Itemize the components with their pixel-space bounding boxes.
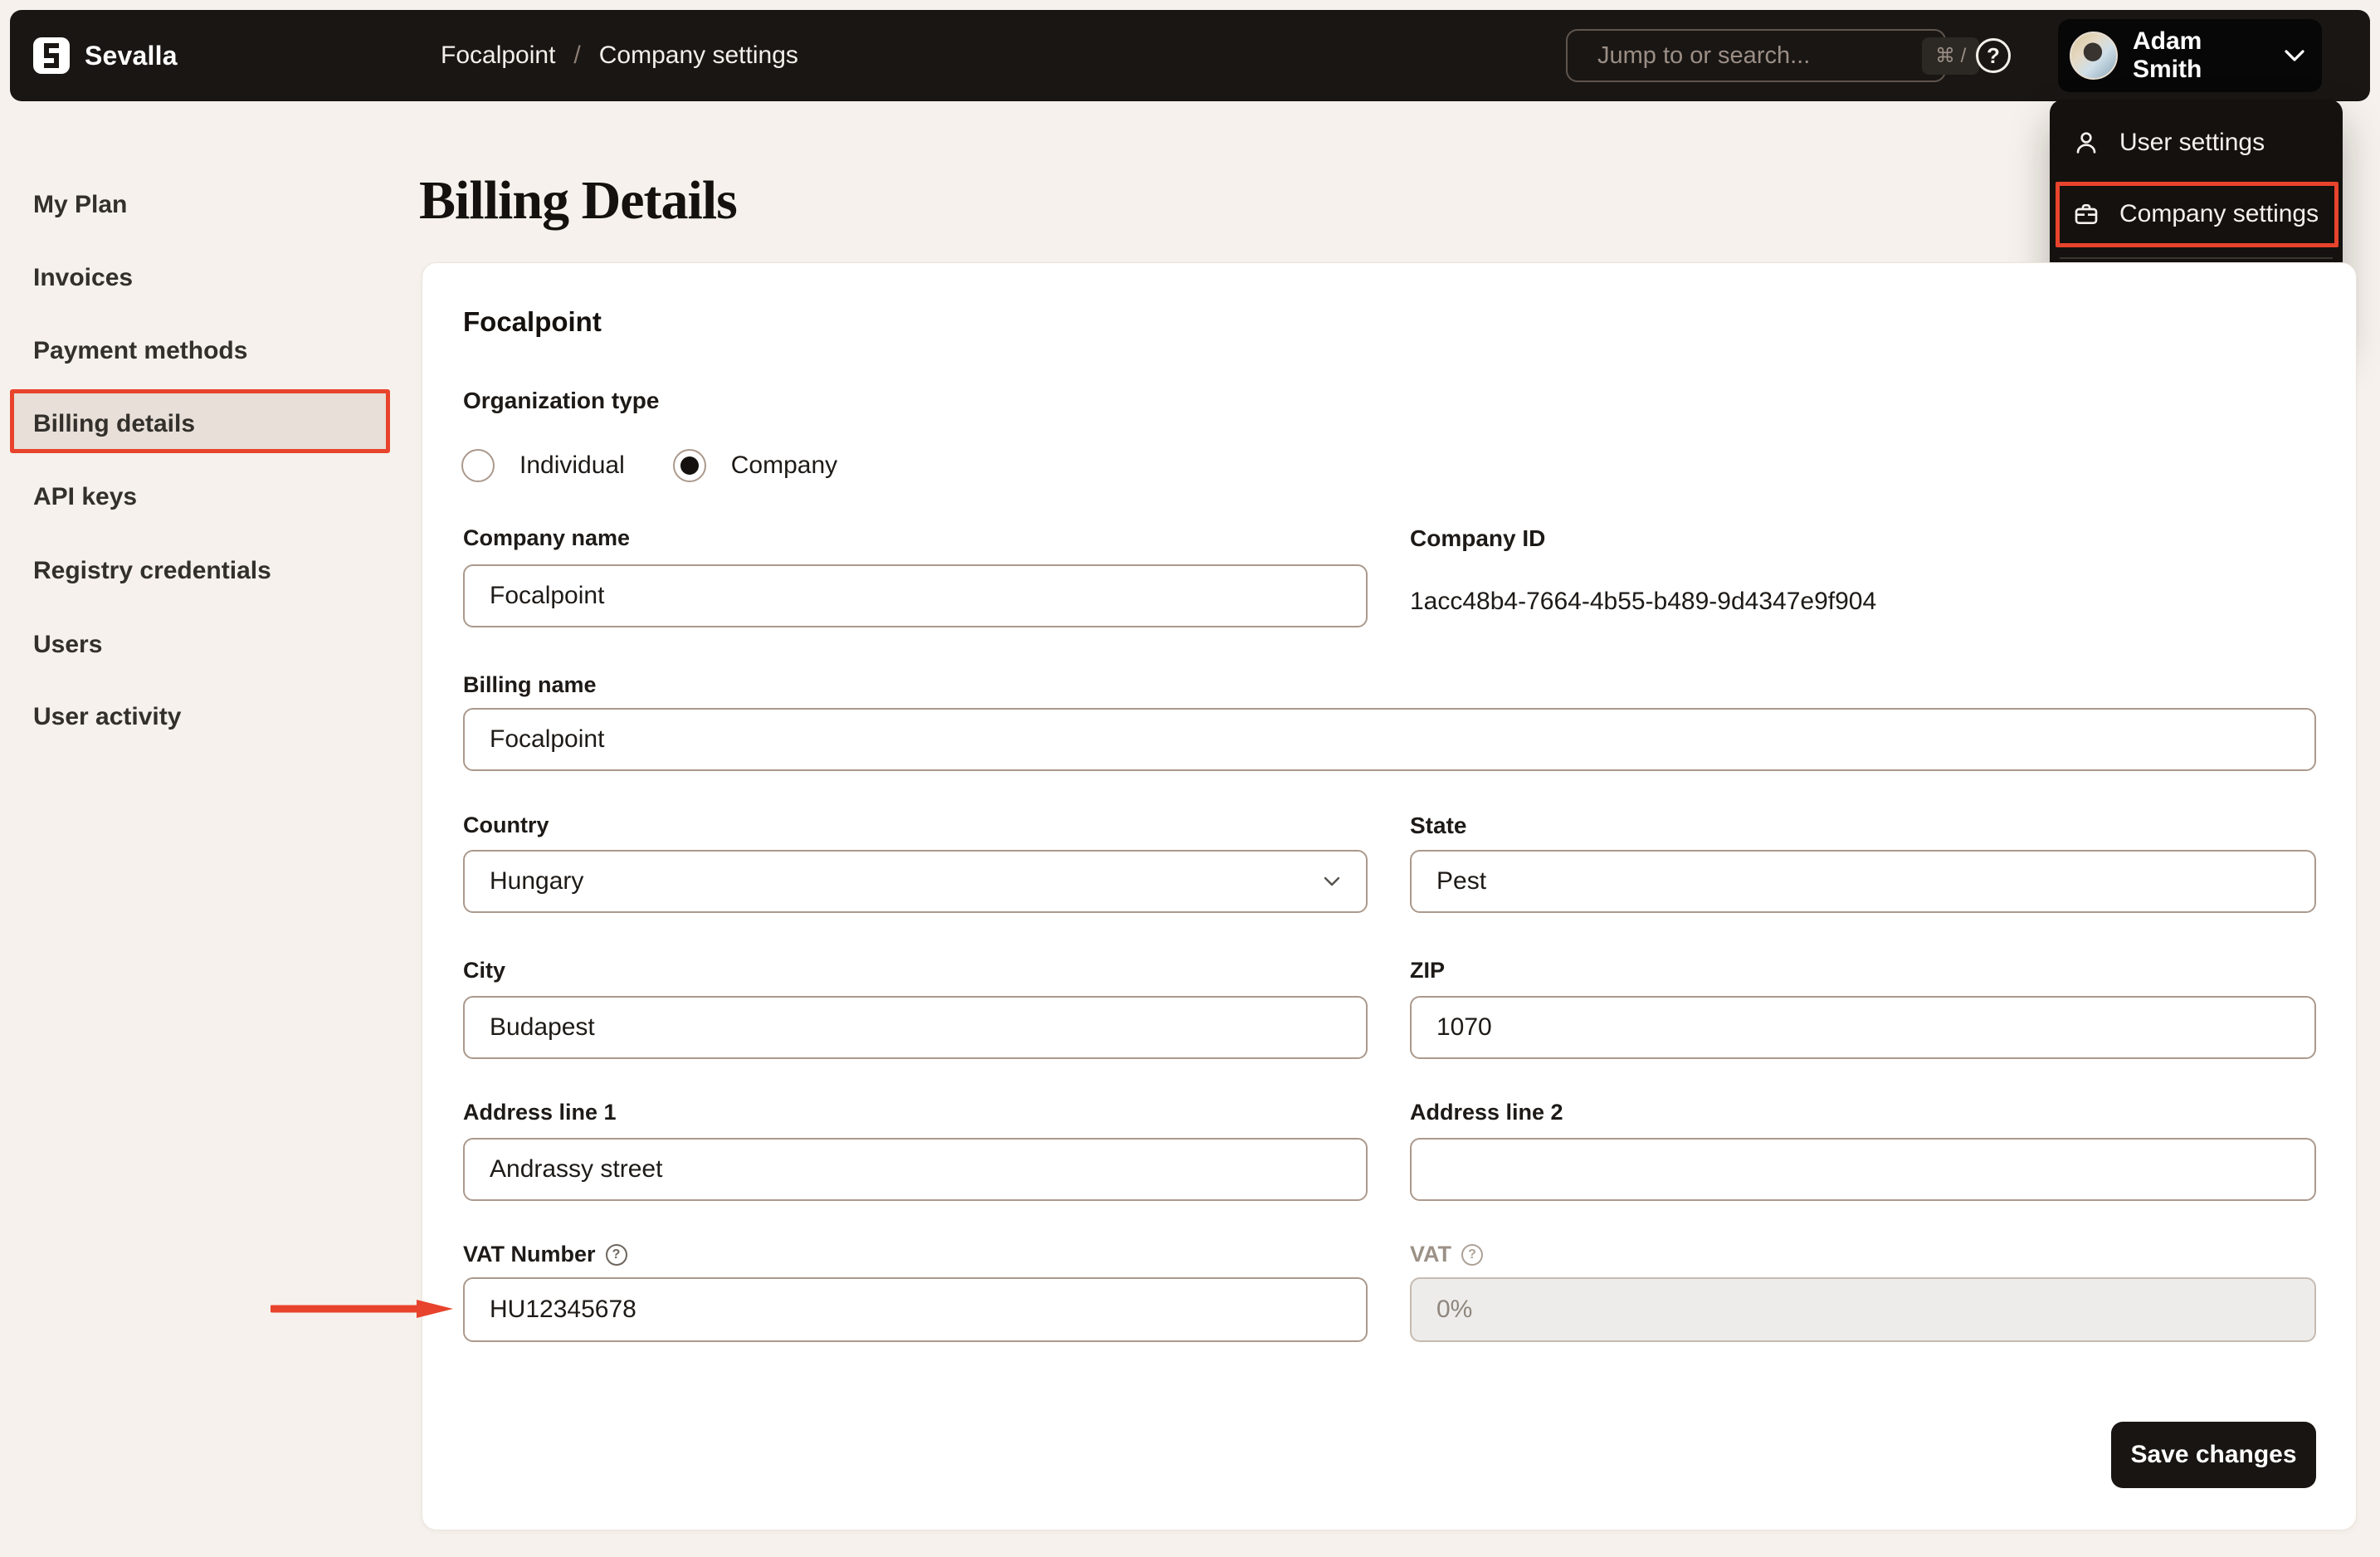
billing-name-label: Billing name bbox=[463, 672, 597, 697]
breadcrumb-item-org[interactable]: Focalpoint bbox=[441, 41, 555, 70]
vat-number-help-icon[interactable]: ? bbox=[605, 1243, 627, 1266]
sidebar-item-registry-credentials[interactable]: Registry credentials bbox=[33, 557, 271, 585]
breadcrumb-separator: / bbox=[573, 41, 581, 69]
help-button[interactable]: ? bbox=[1976, 38, 2011, 73]
search-input[interactable] bbox=[1597, 41, 1910, 70]
topbar: Sevalla Focalpoint / Company settings ⌘ … bbox=[10, 10, 2370, 101]
radio-individual[interactable] bbox=[461, 449, 495, 482]
vat-number-input[interactable] bbox=[463, 1277, 1368, 1342]
country-select[interactable] bbox=[463, 850, 1368, 913]
vat-label-text: VAT bbox=[1410, 1242, 1451, 1267]
company-name-input[interactable] bbox=[463, 564, 1368, 627]
radio-selected-dot bbox=[680, 456, 699, 475]
search-shortcut-badge: ⌘ / bbox=[1922, 37, 1980, 75]
menu-item-label: Company settings bbox=[2119, 200, 2319, 227]
radio-company[interactable] bbox=[672, 449, 706, 482]
company-id-value: 1acc48b4-7664-4b55-b489-9d4347e9f904 bbox=[1410, 588, 1877, 615]
radio-company-label: Company bbox=[730, 451, 838, 479]
breadcrumb-item-page[interactable]: Company settings bbox=[599, 41, 798, 70]
page-title: Billing Details bbox=[419, 170, 738, 231]
organization-type-radio-group: Individual Company bbox=[461, 449, 861, 482]
user-name: Adam Smith bbox=[2133, 27, 2202, 83]
address-line-1-label: Address line 1 bbox=[463, 1100, 617, 1125]
billing-name-input[interactable] bbox=[463, 708, 2316, 771]
address-line-2-label: Address line 2 bbox=[1410, 1100, 1563, 1125]
sidebar-item-billing-details[interactable]: Billing details bbox=[33, 410, 195, 438]
radio-individual-label: Individual bbox=[519, 451, 625, 479]
country-label: Country bbox=[463, 813, 549, 837]
search-box[interactable]: ⌘ / bbox=[1566, 29, 1980, 82]
company-name-label: Company name bbox=[463, 525, 631, 550]
address-line-2-input[interactable] bbox=[1410, 1138, 2316, 1201]
sidebar-item-users[interactable]: Users bbox=[33, 631, 102, 659]
zip-input[interactable] bbox=[1410, 996, 2316, 1059]
save-changes-button[interactable]: Save changes bbox=[2111, 1422, 2316, 1488]
billing-details-card: Focalpoint Organization type Individual … bbox=[422, 262, 2357, 1530]
vat-help-icon[interactable]: ? bbox=[1461, 1243, 1483, 1266]
sidebar-item-invoices[interactable]: Invoices bbox=[33, 264, 133, 292]
vat-label: VAT ? bbox=[1410, 1242, 1483, 1267]
zip-label: ZIP bbox=[1410, 958, 1446, 983]
menu-divider bbox=[2060, 257, 2333, 259]
menu-item-user-settings[interactable]: User settings bbox=[2073, 107, 2326, 178]
pixel-s-glyph bbox=[44, 43, 59, 68]
brand[interactable]: Sevalla bbox=[33, 10, 178, 101]
state-input[interactable] bbox=[1410, 850, 2316, 913]
avatar bbox=[2070, 32, 2118, 80]
user-icon bbox=[2076, 132, 2096, 154]
organization-type-label: Organization type bbox=[463, 388, 660, 413]
menu-item-company-settings[interactable]: Company settings bbox=[2073, 178, 2326, 250]
breadcrumb: Focalpoint / Company settings bbox=[441, 10, 798, 101]
sidebar-item-api-keys[interactable]: API keys bbox=[33, 483, 137, 511]
sidebar-item-payment-methods[interactable]: Payment methods bbox=[33, 337, 247, 365]
card-title: Focalpoint bbox=[463, 306, 602, 337]
briefcase-icon bbox=[2075, 204, 2098, 224]
user-menu-button[interactable]: Adam Smith bbox=[2058, 19, 2322, 92]
screen: Sevalla Focalpoint / Company settings ⌘ … bbox=[0, 0, 2380, 1557]
chevron-down-icon bbox=[2285, 50, 2304, 61]
sidebar-item-my-plan[interactable]: My Plan bbox=[33, 191, 127, 219]
sevalla-logo-icon bbox=[33, 37, 70, 74]
city-label: City bbox=[463, 958, 506, 983]
brand-name: Sevalla bbox=[85, 40, 178, 71]
city-input[interactable] bbox=[463, 996, 1368, 1059]
vat-number-label: VAT Number ? bbox=[463, 1242, 627, 1267]
sidebar-item-user-activity[interactable]: User activity bbox=[33, 703, 181, 731]
vat-number-label-text: VAT Number bbox=[463, 1242, 596, 1267]
address-line-1-input[interactable] bbox=[463, 1138, 1368, 1201]
menu-item-label: User settings bbox=[2119, 129, 2265, 156]
state-label: State bbox=[1410, 813, 1467, 838]
vat-input bbox=[1410, 1277, 2316, 1342]
company-id-label: Company ID bbox=[1410, 525, 1546, 551]
